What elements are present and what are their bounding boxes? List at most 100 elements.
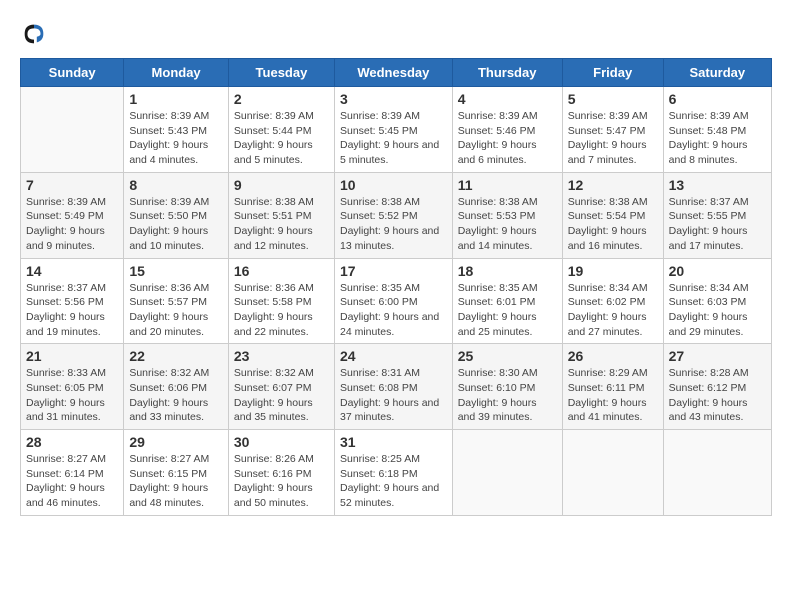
day-number: 10 <box>340 177 447 193</box>
day-number: 30 <box>234 434 329 450</box>
calendar-cell: 23 Sunrise: 8:32 AMSunset: 6:07 PMDayligh… <box>228 344 334 430</box>
day-info: Sunrise: 8:38 AMSunset: 5:53 PMDaylight:… <box>458 195 557 254</box>
day-info: Sunrise: 8:38 AMSunset: 5:52 PMDaylight:… <box>340 195 447 254</box>
day-of-week-header: Wednesday <box>334 59 452 87</box>
calendar-cell: 16 Sunrise: 8:36 AMSunset: 5:58 PMDayligh… <box>228 258 334 344</box>
day-of-week-header: Tuesday <box>228 59 334 87</box>
day-of-week-header: Thursday <box>452 59 562 87</box>
day-of-week-header: Saturday <box>663 59 771 87</box>
day-number: 12 <box>568 177 658 193</box>
calendar-cell: 13 Sunrise: 8:37 AMSunset: 5:55 PMDayligh… <box>663 172 771 258</box>
day-number: 1 <box>129 91 223 107</box>
day-info: Sunrise: 8:37 AMSunset: 5:56 PMDaylight:… <box>26 281 118 340</box>
day-info: Sunrise: 8:39 AMSunset: 5:50 PMDaylight:… <box>129 195 223 254</box>
day-number: 27 <box>669 348 766 364</box>
day-info: Sunrise: 8:31 AMSunset: 6:08 PMDaylight:… <box>340 366 447 425</box>
day-number: 28 <box>26 434 118 450</box>
day-info: Sunrise: 8:27 AMSunset: 6:15 PMDaylight:… <box>129 452 223 511</box>
calendar-table: SundayMondayTuesdayWednesdayThursdayFrid… <box>20 58 772 516</box>
day-number: 29 <box>129 434 223 450</box>
calendar-cell: 3 Sunrise: 8:39 AMSunset: 5:45 PMDaylight… <box>334 87 452 173</box>
calendar-cell: 19 Sunrise: 8:34 AMSunset: 6:02 PMDayligh… <box>562 258 663 344</box>
day-info: Sunrise: 8:37 AMSunset: 5:55 PMDaylight:… <box>669 195 766 254</box>
calendar-cell: 25 Sunrise: 8:30 AMSunset: 6:10 PMDayligh… <box>452 344 562 430</box>
day-number: 11 <box>458 177 557 193</box>
day-info: Sunrise: 8:34 AMSunset: 6:02 PMDaylight:… <box>568 281 658 340</box>
calendar-cell: 12 Sunrise: 8:38 AMSunset: 5:54 PMDayligh… <box>562 172 663 258</box>
day-number: 15 <box>129 263 223 279</box>
calendar-cell: 26 Sunrise: 8:29 AMSunset: 6:11 PMDayligh… <box>562 344 663 430</box>
header-area <box>20 20 772 48</box>
day-info: Sunrise: 8:39 AMSunset: 5:47 PMDaylight:… <box>568 109 658 168</box>
day-number: 9 <box>234 177 329 193</box>
calendar-cell: 18Sunrise: 8:35 AMSunset: 6:01 PMDayligh… <box>452 258 562 344</box>
calendar-cell <box>452 430 562 516</box>
calendar-cell: 21 Sunrise: 8:33 AMSunset: 6:05 PMDayligh… <box>21 344 124 430</box>
calendar-cell: 27 Sunrise: 8:28 AMSunset: 6:12 PMDayligh… <box>663 344 771 430</box>
calendar-cell: 30 Sunrise: 8:26 AMSunset: 6:16 PMDayligh… <box>228 430 334 516</box>
calendar-cell <box>562 430 663 516</box>
day-number: 14 <box>26 263 118 279</box>
day-info: Sunrise: 8:32 AMSunset: 6:06 PMDaylight:… <box>129 366 223 425</box>
day-number: 23 <box>234 348 329 364</box>
calendar-cell: 8 Sunrise: 8:39 AMSunset: 5:50 PMDaylight… <box>124 172 229 258</box>
day-info: Sunrise: 8:39 AMSunset: 5:45 PMDaylight:… <box>340 109 447 168</box>
calendar-cell: 4 Sunrise: 8:39 AMSunset: 5:46 PMDaylight… <box>452 87 562 173</box>
day-info: Sunrise: 8:26 AMSunset: 6:16 PMDaylight:… <box>234 452 329 511</box>
day-info: Sunrise: 8:38 AMSunset: 5:51 PMDaylight:… <box>234 195 329 254</box>
calendar-cell: 14 Sunrise: 8:37 AMSunset: 5:56 PMDayligh… <box>21 258 124 344</box>
day-info: Sunrise: 8:25 AMSunset: 6:18 PMDaylight:… <box>340 452 447 511</box>
day-number: 20 <box>669 263 766 279</box>
day-number: 16 <box>234 263 329 279</box>
day-number: 3 <box>340 91 447 107</box>
day-number: 19 <box>568 263 658 279</box>
calendar-cell: 24 Sunrise: 8:31 AMSunset: 6:08 PMDayligh… <box>334 344 452 430</box>
day-info: Sunrise: 8:35 AMSunset: 6:01 PMDaylight:… <box>458 281 557 340</box>
day-number: 22 <box>129 348 223 364</box>
calendar-cell: 5 Sunrise: 8:39 AMSunset: 5:47 PMDaylight… <box>562 87 663 173</box>
calendar-cell: 6Sunrise: 8:39 AMSunset: 5:48 PMDaylight… <box>663 87 771 173</box>
day-number: 21 <box>26 348 118 364</box>
day-info: Sunrise: 8:30 AMSunset: 6:10 PMDaylight:… <box>458 366 557 425</box>
calendar-cell: 29 Sunrise: 8:27 AMSunset: 6:15 PMDayligh… <box>124 430 229 516</box>
day-info: Sunrise: 8:39 AMSunset: 5:43 PMDaylight:… <box>129 109 223 168</box>
day-of-week-header: Friday <box>562 59 663 87</box>
day-info: Sunrise: 8:27 AMSunset: 6:14 PMDaylight:… <box>26 452 118 511</box>
calendar-cell: 10 Sunrise: 8:38 AMSunset: 5:52 PMDayligh… <box>334 172 452 258</box>
day-info: Sunrise: 8:33 AMSunset: 6:05 PMDaylight:… <box>26 366 118 425</box>
day-number: 31 <box>340 434 447 450</box>
calendar-cell: 9 Sunrise: 8:38 AMSunset: 5:51 PMDaylight… <box>228 172 334 258</box>
calendar-cell: 28 Sunrise: 8:27 AMSunset: 6:14 PMDayligh… <box>21 430 124 516</box>
day-info: Sunrise: 8:28 AMSunset: 6:12 PMDaylight:… <box>669 366 766 425</box>
logo <box>20 20 52 48</box>
day-number: 2 <box>234 91 329 107</box>
day-number: 26 <box>568 348 658 364</box>
day-info: Sunrise: 8:39 AMSunset: 5:49 PMDaylight:… <box>26 195 118 254</box>
day-number: 24 <box>340 348 447 364</box>
day-info: Sunrise: 8:39 AMSunset: 5:46 PMDaylight:… <box>458 109 557 168</box>
calendar-cell <box>663 430 771 516</box>
calendar-cell: 22 Sunrise: 8:32 AMSunset: 6:06 PMDayligh… <box>124 344 229 430</box>
day-info: Sunrise: 8:35 AMSunset: 6:00 PMDaylight:… <box>340 281 447 340</box>
day-number: 5 <box>568 91 658 107</box>
calendar-cell <box>21 87 124 173</box>
calendar-cell: 11 Sunrise: 8:38 AMSunset: 5:53 PMDayligh… <box>452 172 562 258</box>
day-of-week-header: Monday <box>124 59 229 87</box>
day-info: Sunrise: 8:34 AMSunset: 6:03 PMDaylight:… <box>669 281 766 340</box>
calendar-cell: 31 Sunrise: 8:25 AMSunset: 6:18 PMDayligh… <box>334 430 452 516</box>
day-number: 13 <box>669 177 766 193</box>
day-number: 7 <box>26 177 118 193</box>
calendar-cell: 17Sunrise: 8:35 AMSunset: 6:00 PMDayligh… <box>334 258 452 344</box>
calendar-cell: 20 Sunrise: 8:34 AMSunset: 6:03 PMDayligh… <box>663 258 771 344</box>
day-info: Sunrise: 8:29 AMSunset: 6:11 PMDaylight:… <box>568 366 658 425</box>
day-info: Sunrise: 8:32 AMSunset: 6:07 PMDaylight:… <box>234 366 329 425</box>
day-info: Sunrise: 8:39 AMSunset: 5:48 PMDaylight:… <box>669 109 766 168</box>
day-info: Sunrise: 8:38 AMSunset: 5:54 PMDaylight:… <box>568 195 658 254</box>
day-number: 8 <box>129 177 223 193</box>
day-of-week-header: Sunday <box>21 59 124 87</box>
day-info: Sunrise: 8:36 AMSunset: 5:58 PMDaylight:… <box>234 281 329 340</box>
day-info: Sunrise: 8:39 AMSunset: 5:44 PMDaylight:… <box>234 109 329 168</box>
day-number: 4 <box>458 91 557 107</box>
day-number: 25 <box>458 348 557 364</box>
calendar-cell: 2 Sunrise: 8:39 AMSunset: 5:44 PMDaylight… <box>228 87 334 173</box>
